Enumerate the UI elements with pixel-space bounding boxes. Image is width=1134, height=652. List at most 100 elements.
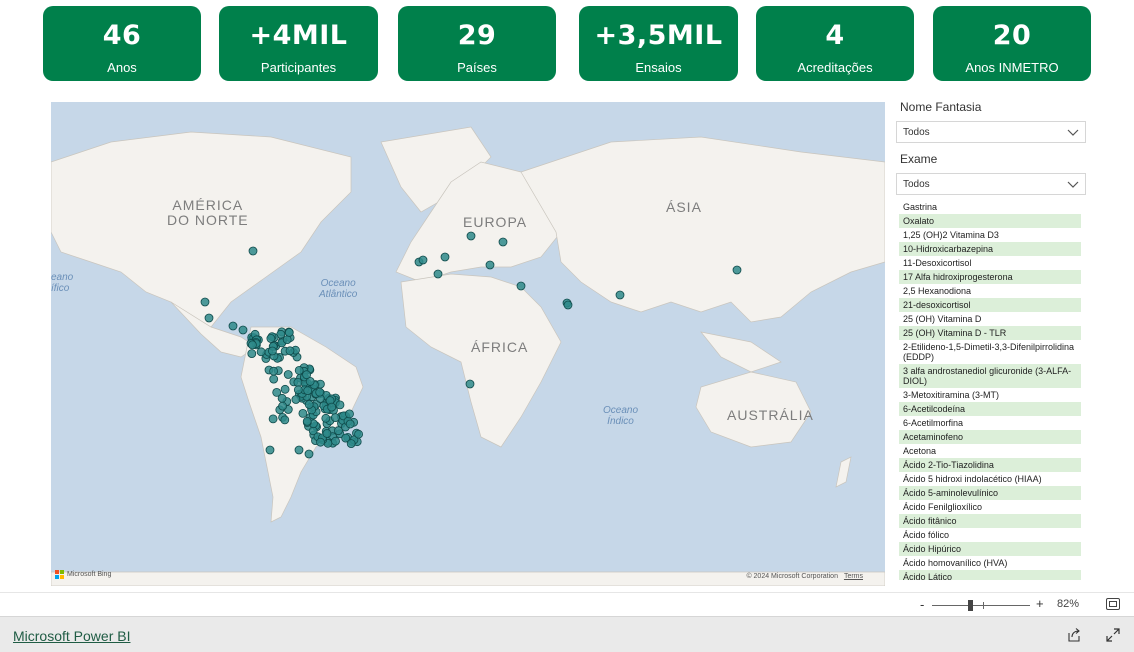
exam-list-item[interactable]: Gastrina [899,200,1081,214]
location-point[interactable] [269,366,279,376]
nome-fantasia-title: Nome Fantasia [900,100,982,114]
location-point[interactable] [283,370,293,379]
location-point[interactable] [346,439,356,449]
exam-list-item[interactable]: 25 (OH) Vitamina D - TLR [899,326,1081,340]
location-point[interactable] [285,346,295,356]
location-point[interactable] [265,445,275,455]
exam-list-item[interactable]: 3 alfa androstanediol glicuronide (3-ALF… [899,364,1081,388]
zoom-slider-track[interactable] [932,605,1030,606]
location-point[interactable] [280,415,290,425]
location-point[interactable] [315,387,325,397]
exam-list-item[interactable]: 2-Etilideno-1,5-Dimetil-3,3-Difenilpirro… [899,340,1081,364]
exam-list-item[interactable]: Ácido fitânico [899,514,1081,528]
nome-fantasia-dropdown[interactable]: Todos [896,121,1086,143]
exam-list-item[interactable]: 1,25 (OH)2 Vitamina D3 [899,228,1081,242]
location-point[interactable] [200,297,210,307]
location-point[interactable] [516,281,526,291]
exam-list-item[interactable]: 17 Alfa hidroxiprogesterona [899,270,1081,284]
location-point[interactable] [294,445,304,455]
location-point[interactable] [294,365,304,375]
share-icon[interactable] [1067,628,1081,642]
exam-list-item[interactable]: 25 (OH) Vitamina D [899,312,1081,326]
location-point[interactable] [485,260,495,270]
fit-to-page-icon[interactable] [1106,598,1120,610]
location-point[interactable] [293,377,303,387]
location-point[interactable] [335,400,345,410]
world-map[interactable]: AMÉRICA DO NORTE EUROPA ÁSIA ÁFRICA AUSTR… [51,102,885,586]
location-point[interactable] [277,393,287,403]
location-point[interactable] [293,385,303,395]
exam-list-item[interactable]: Ácido homovanílico (HVA) [899,556,1081,570]
expand-icon[interactable] [1106,628,1120,642]
location-point[interactable] [291,395,301,404]
location-point[interactable] [418,255,428,265]
location-point[interactable] [302,416,312,426]
location-point[interactable] [732,265,742,275]
location-point[interactable] [238,325,248,335]
location-point[interactable] [465,379,475,389]
location-point[interactable] [563,300,573,310]
location-point[interactable] [304,400,314,409]
exam-list-item[interactable]: 10-Hidroxicarbazepina [899,242,1081,256]
location-point[interactable] [322,428,332,438]
exam-list-item[interactable]: Acetona [899,444,1081,458]
location-point[interactable] [248,246,258,256]
location-point[interactable] [466,231,476,241]
location-point[interactable] [498,237,508,247]
location-point[interactable] [247,349,257,359]
location-point[interactable] [284,328,294,337]
location-point[interactable] [266,334,276,343]
location-point[interactable] [345,419,355,429]
exam-list-item[interactable]: 11-Desoxicortisol [899,256,1081,270]
location-point[interactable] [304,449,314,459]
exam-list-item[interactable]: Ácido Fenilglioxílico [899,500,1081,514]
exam-list-item[interactable]: 2,5 Hexanodiona [899,284,1081,298]
exame-dropdown[interactable]: Todos [896,173,1086,195]
location-point[interactable] [268,414,278,424]
location-point[interactable] [615,290,625,300]
location-point[interactable] [256,347,266,357]
exam-list-item[interactable]: Oxalato [899,214,1081,228]
location-point[interactable] [298,408,308,418]
location-point[interactable] [269,374,279,384]
exam-list-item[interactable]: Ácido 5-aminolevulínico [899,486,1081,500]
location-point[interactable] [278,401,288,411]
power-bi-link[interactable]: Microsoft Power BI [13,628,130,644]
location-point[interactable] [267,346,277,356]
exam-options-list[interactable]: Gastrina Oxalato 1,25 (OH)2 Vitamina D3 10-… [899,200,1081,580]
location-point[interactable] [327,402,337,412]
terms-link[interactable]: Terms [844,573,863,580]
location-point[interactable] [354,429,364,439]
exam-list-item[interactable]: 21-desoxicortisol [899,298,1081,312]
exam-list-item[interactable]: Ácido Hipúrico [899,542,1081,556]
location-point[interactable] [433,269,443,279]
exam-list-item[interactable]: 6-Acetilmorfina [899,416,1081,430]
exam-list-item[interactable]: Acetaminofeno [899,430,1081,444]
zoom-out-button[interactable]: - [920,597,924,612]
exam-list-item[interactable]: Ácido fólico [899,528,1081,542]
exam-list-item[interactable]: Ácido 2-Tio-Tiazolidina [899,458,1081,472]
exam-list-item[interactable]: Ácido 5 hidroxi indolacético (HIAA) [899,472,1081,486]
location-point[interactable] [345,409,354,419]
location-point[interactable] [440,252,450,262]
location-point[interactable] [247,340,257,350]
location-point[interactable] [204,313,214,323]
kpi-label: Ensaios [635,60,682,75]
zoom-in-button[interactable]: + [1036,596,1044,611]
location-point[interactable] [302,370,312,380]
location-point[interactable] [303,386,313,396]
exam-list-item[interactable]: Ácido Lático [899,570,1081,580]
map-label-australia: AUSTRÁLIA [727,407,814,423]
exam-list-item[interactable]: 3-Metoxitiramina (3-MT) [899,388,1081,402]
location-point[interactable] [321,413,331,423]
chevron-up-icon [1067,181,1079,188]
location-point[interactable] [330,413,340,423]
location-point[interactable] [280,384,290,394]
location-point[interactable] [228,321,238,331]
location-point[interactable] [331,436,340,446]
zoom-slider-thumb[interactable] [968,600,973,611]
map-label-pacific: eano ífico [51,272,74,294]
exam-list-item[interactable]: 6-Acetilcodeína [899,402,1081,416]
location-point[interactable] [316,437,325,447]
kpi-value: 46 [102,20,142,51]
